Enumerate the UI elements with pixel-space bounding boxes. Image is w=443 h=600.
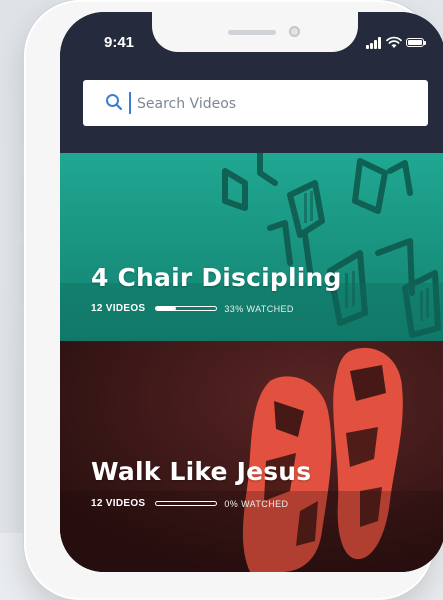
video-count: 12 VIDEOS <box>91 498 146 509</box>
watch-progress-fill <box>156 307 177 310</box>
status-bar: 9:41 <box>60 12 443 72</box>
series-card-4-chair-discipling[interactable]: 4 Chair Discipling 12 VIDEOS 33% WATCHED <box>60 153 443 341</box>
video-count: 12 VIDEOS <box>91 303 146 314</box>
phone-screen: 9:41 Search Videos 4 Chair Discipling 12… <box>60 12 443 572</box>
watched-label: 0% WATCHED <box>224 498 289 509</box>
watch-progress-bar <box>155 306 218 311</box>
watch-progress-bar <box>155 501 218 506</box>
signal-icon <box>366 37 382 49</box>
series-card-walk-like-jesus[interactable]: Walk Like Jesus 12 VIDEOS 0% WATCHED <box>60 341 443 572</box>
phone-frame: 9:41 Search Videos 4 Chair Discipling 12… <box>24 0 443 600</box>
series-title: Walk Like Jesus <box>91 457 312 486</box>
series-meta: 12 VIDEOS 33% WATCHED <box>91 303 294 314</box>
battery-icon <box>406 38 426 47</box>
search-input[interactable] <box>135 88 419 120</box>
status-time: 9:41 <box>104 34 135 51</box>
search-header <box>60 72 443 153</box>
wifi-icon <box>386 36 402 48</box>
speaker-grille <box>228 30 276 35</box>
series-title: 4 Chair Discipling <box>91 263 342 292</box>
text-cursor <box>129 92 131 114</box>
search-box[interactable] <box>83 80 428 126</box>
series-meta: 12 VIDEOS 0% WATCHED <box>91 498 288 509</box>
front-camera <box>289 26 300 37</box>
search-icon <box>106 94 123 111</box>
notch <box>152 12 358 52</box>
watched-label: 33% WATCHED <box>224 303 294 314</box>
